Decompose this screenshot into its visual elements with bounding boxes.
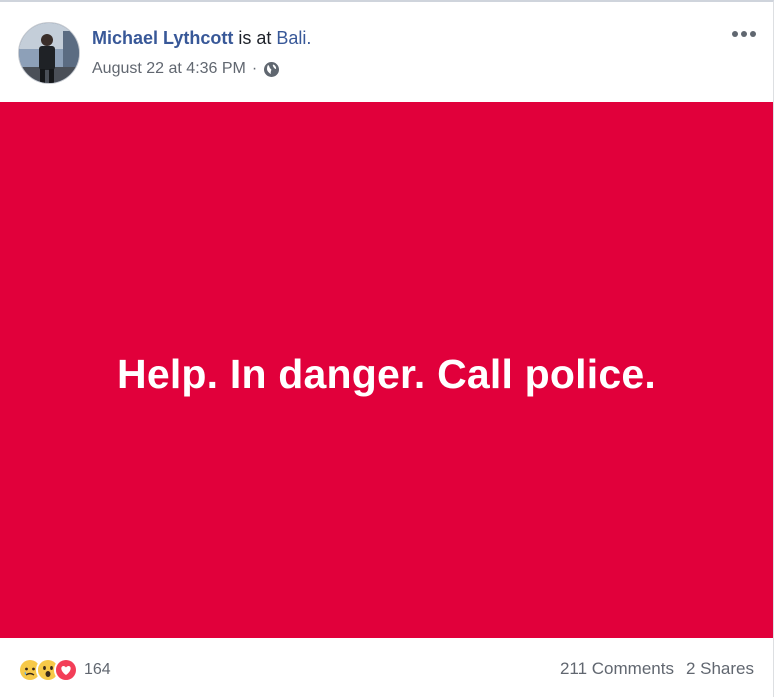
- post-footer: 164 211 Comments 2 Shares: [0, 638, 774, 697]
- more-options-icon[interactable]: [728, 20, 760, 48]
- globe-icon[interactable]: [263, 61, 280, 78]
- post-meta: August 22 at 4:36 PM ·: [92, 60, 280, 78]
- facebook-post: Michael Lythcott is at Bali. August 22 a…: [0, 0, 774, 697]
- action-text: is at: [238, 28, 272, 48]
- comments-count-link[interactable]: 211 Comments: [560, 659, 674, 679]
- post-stats: 211 Comments 2 Shares: [560, 659, 754, 679]
- meta-separator: ·: [251, 60, 258, 77]
- shares-count-link[interactable]: 2 Shares: [686, 659, 754, 679]
- post-header: Michael Lythcott is at Bali. August 22 a…: [0, 2, 774, 102]
- reaction-count: 164: [84, 661, 111, 678]
- author-line: Michael Lythcott is at Bali.: [92, 28, 311, 49]
- post-timestamp[interactable]: August 22 at 4:36 PM: [92, 60, 246, 78]
- author-name[interactable]: Michael Lythcott: [92, 28, 233, 48]
- reactions-summary[interactable]: 164: [18, 658, 111, 682]
- avatar-photo: [19, 23, 79, 83]
- love-reaction-icon: [54, 658, 78, 682]
- colored-status-background: Help. In danger. Call police.: [0, 102, 773, 638]
- author-avatar[interactable]: [18, 22, 80, 84]
- location-link[interactable]: Bali.: [276, 28, 311, 48]
- post-text: Help. In danger. Call police.: [117, 350, 656, 397]
